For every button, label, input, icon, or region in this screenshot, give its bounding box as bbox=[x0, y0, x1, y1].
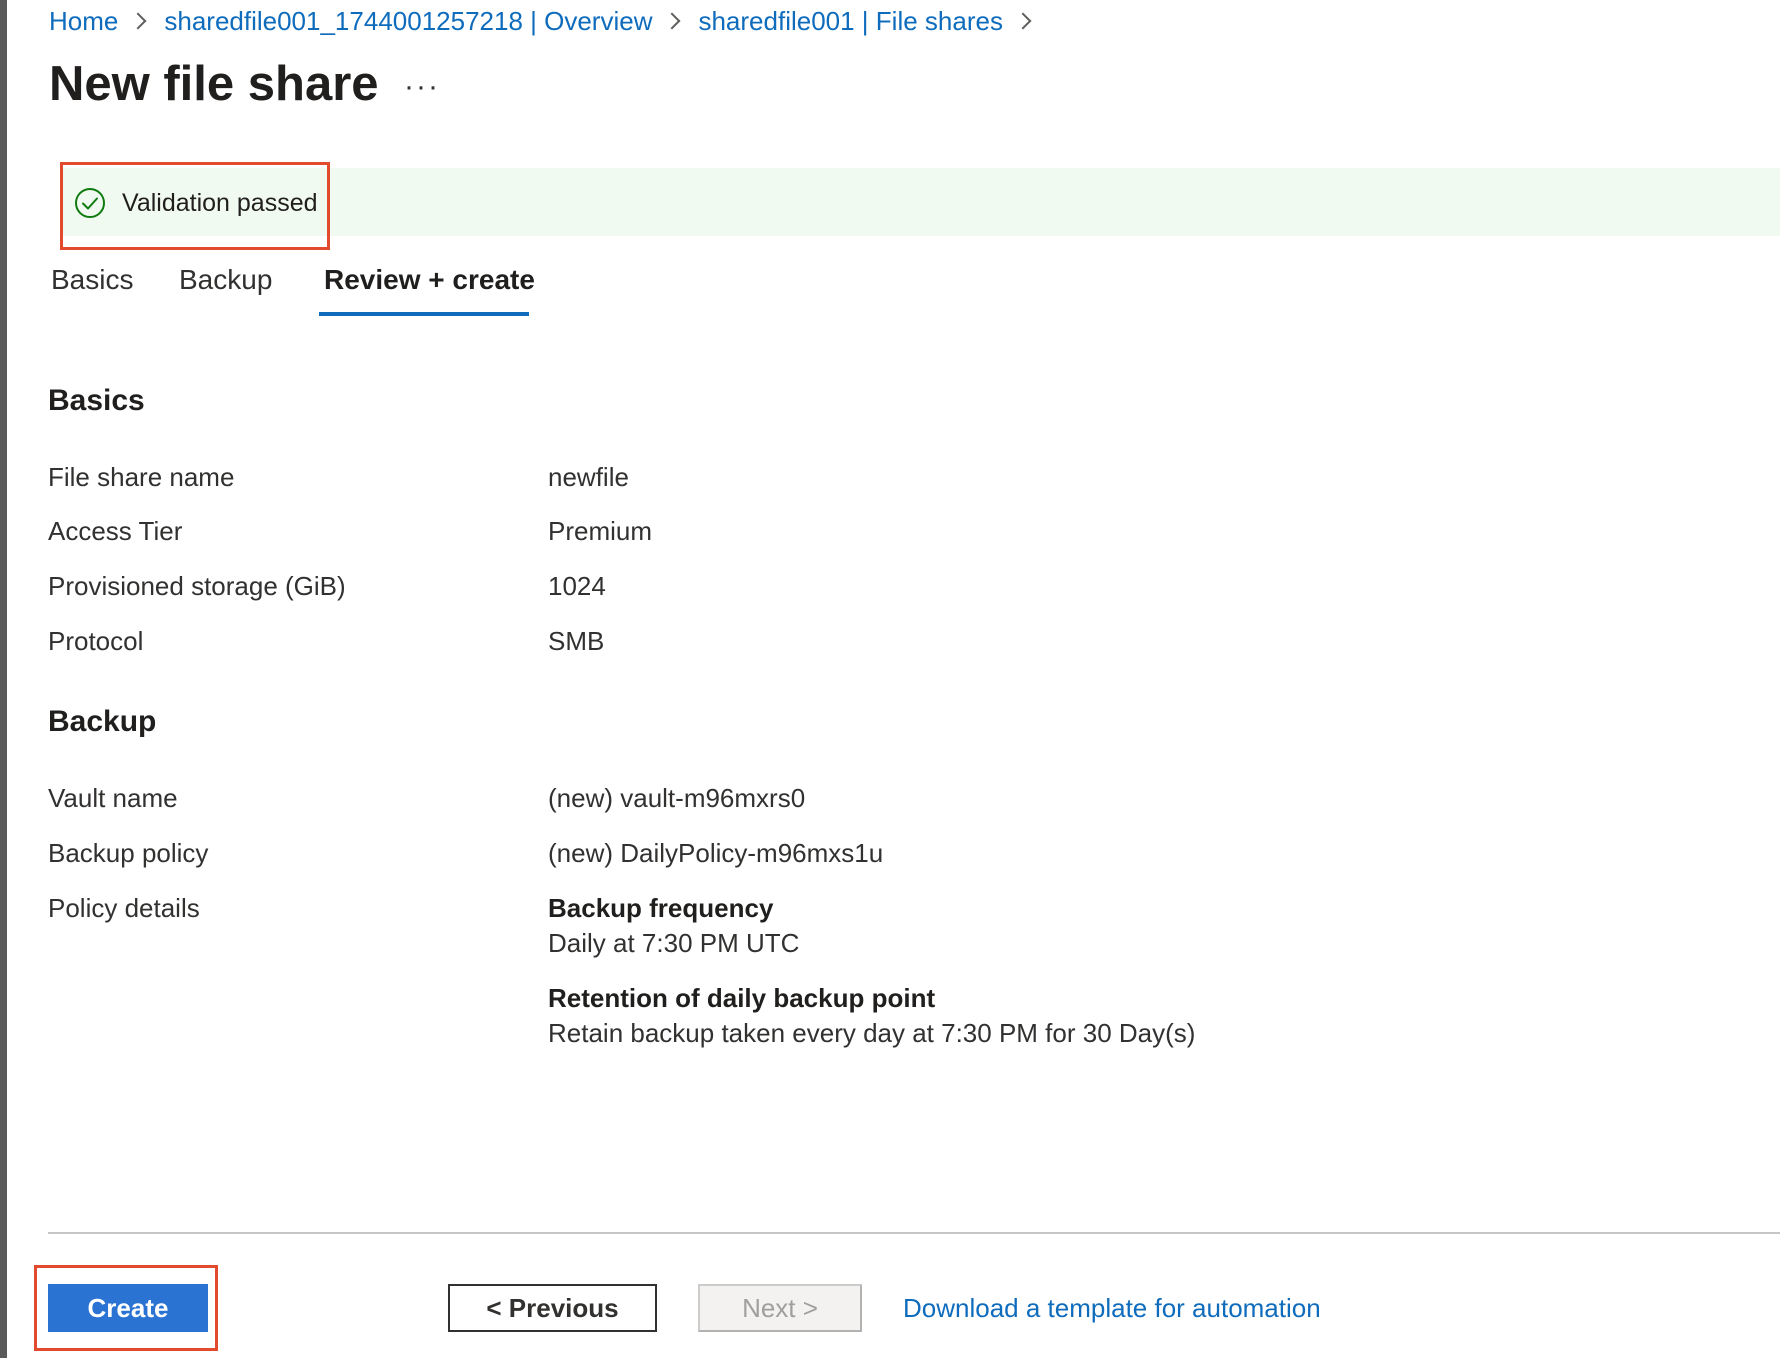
value-protocol: SMB bbox=[548, 626, 605, 656]
more-options-button[interactable]: ··· bbox=[404, 70, 440, 104]
section-heading-backup: Backup bbox=[48, 705, 157, 738]
section-heading-basics: Basics bbox=[48, 384, 145, 417]
label-backup-policy: Backup policy bbox=[48, 838, 209, 868]
backup-frequency-title: Backup frequency bbox=[548, 893, 774, 923]
chevron-right-icon bbox=[129, 12, 147, 30]
tab-backup[interactable]: Backup bbox=[179, 264, 272, 296]
tab-review-create[interactable]: Review + create bbox=[324, 264, 535, 296]
breadcrumb: Home sharedfile001_1744001257218 | Overv… bbox=[49, 4, 1049, 38]
value-vault-name: (new) vault-m96mxrs0 bbox=[548, 783, 806, 813]
active-tab-indicator bbox=[319, 312, 529, 316]
chevron-right-icon bbox=[1014, 12, 1032, 30]
retention-value: Retain backup taken every day at 7:30 PM… bbox=[548, 1018, 1196, 1048]
window-edge bbox=[0, 0, 7, 1358]
breadcrumb-file-shares[interactable]: sharedfile001 | File shares bbox=[698, 6, 1002, 37]
value-file-share-name: newfile bbox=[548, 462, 629, 492]
footer-divider bbox=[48, 1232, 1780, 1234]
previous-button[interactable]: < Previous bbox=[448, 1284, 657, 1332]
tab-basics[interactable]: Basics bbox=[51, 264, 133, 296]
label-vault-name: Vault name bbox=[48, 783, 178, 813]
value-access-tier: Premium bbox=[548, 516, 653, 546]
label-file-share-name: File share name bbox=[48, 462, 235, 492]
label-protocol: Protocol bbox=[48, 626, 144, 656]
value-provisioned-storage: 1024 bbox=[548, 571, 606, 601]
label-policy-details: Policy details bbox=[48, 893, 200, 923]
download-template-link[interactable]: Download a template for automation bbox=[903, 1293, 1321, 1324]
validation-status-text: Validation passed bbox=[122, 189, 318, 217]
breadcrumb-home[interactable]: Home bbox=[49, 6, 118, 37]
breadcrumb-overview[interactable]: sharedfile001_1744001257218 | Overview bbox=[164, 6, 652, 37]
backup-frequency-value: Daily at 7:30 PM UTC bbox=[548, 928, 800, 958]
check-circle-icon bbox=[75, 188, 105, 218]
page-title: New file share bbox=[49, 57, 379, 111]
chevron-right-icon bbox=[663, 12, 681, 30]
create-button[interactable]: Create bbox=[48, 1284, 208, 1332]
label-provisioned-storage: Provisioned storage (GiB) bbox=[48, 571, 346, 601]
next-button[interactable]: Next > bbox=[698, 1284, 862, 1332]
retention-title: Retention of daily backup point bbox=[548, 983, 936, 1013]
value-backup-policy: (new) DailyPolicy-m96mxs1u bbox=[548, 838, 884, 868]
label-access-tier: Access Tier bbox=[48, 516, 183, 546]
